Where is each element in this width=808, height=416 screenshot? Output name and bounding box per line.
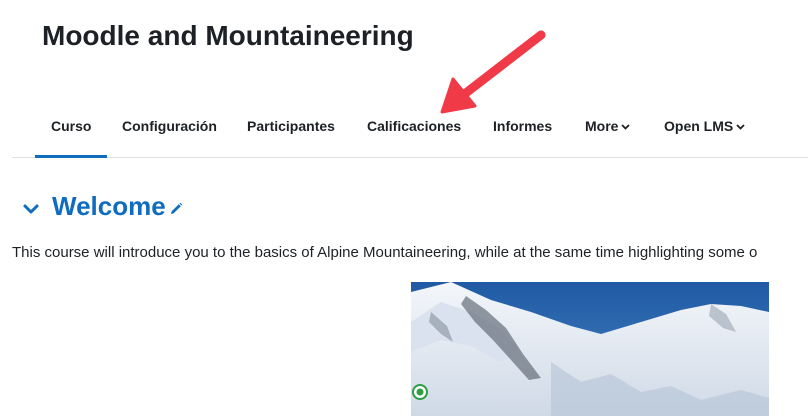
nav-tab-configuracion[interactable]: Configuración xyxy=(122,96,217,157)
nav-openlms-dropdown[interactable]: Open LMS xyxy=(664,96,745,157)
nav-more-dropdown[interactable]: More xyxy=(585,96,631,157)
nav-tab-curso[interactable]: Curso xyxy=(34,96,109,158)
section-summary: This course will introduce you to the ba… xyxy=(12,244,758,261)
mountain-image xyxy=(411,282,769,416)
green-circle-icon xyxy=(412,384,428,400)
nav-tab-participantes[interactable]: Participantes xyxy=(247,96,335,157)
page: Moodle and Mountaineering Curso Configur… xyxy=(0,0,808,416)
chevron-down-icon xyxy=(736,124,745,131)
nav-more-label: More xyxy=(585,118,619,134)
section-collapse-chevron-icon[interactable] xyxy=(20,198,42,220)
chevron-down-icon xyxy=(621,124,631,131)
nav-openlms-label: Open LMS xyxy=(664,118,734,134)
nav-tab-informes[interactable]: Informes xyxy=(493,96,552,157)
pencil-icon[interactable] xyxy=(168,201,184,217)
course-title: Moodle and Mountaineering xyxy=(42,20,414,51)
course-nav: Curso Configuración Participantes Califi… xyxy=(12,96,808,158)
section-title: Welcome xyxy=(52,191,166,221)
nav-tab-calificaciones[interactable]: Calificaciones xyxy=(367,96,461,157)
